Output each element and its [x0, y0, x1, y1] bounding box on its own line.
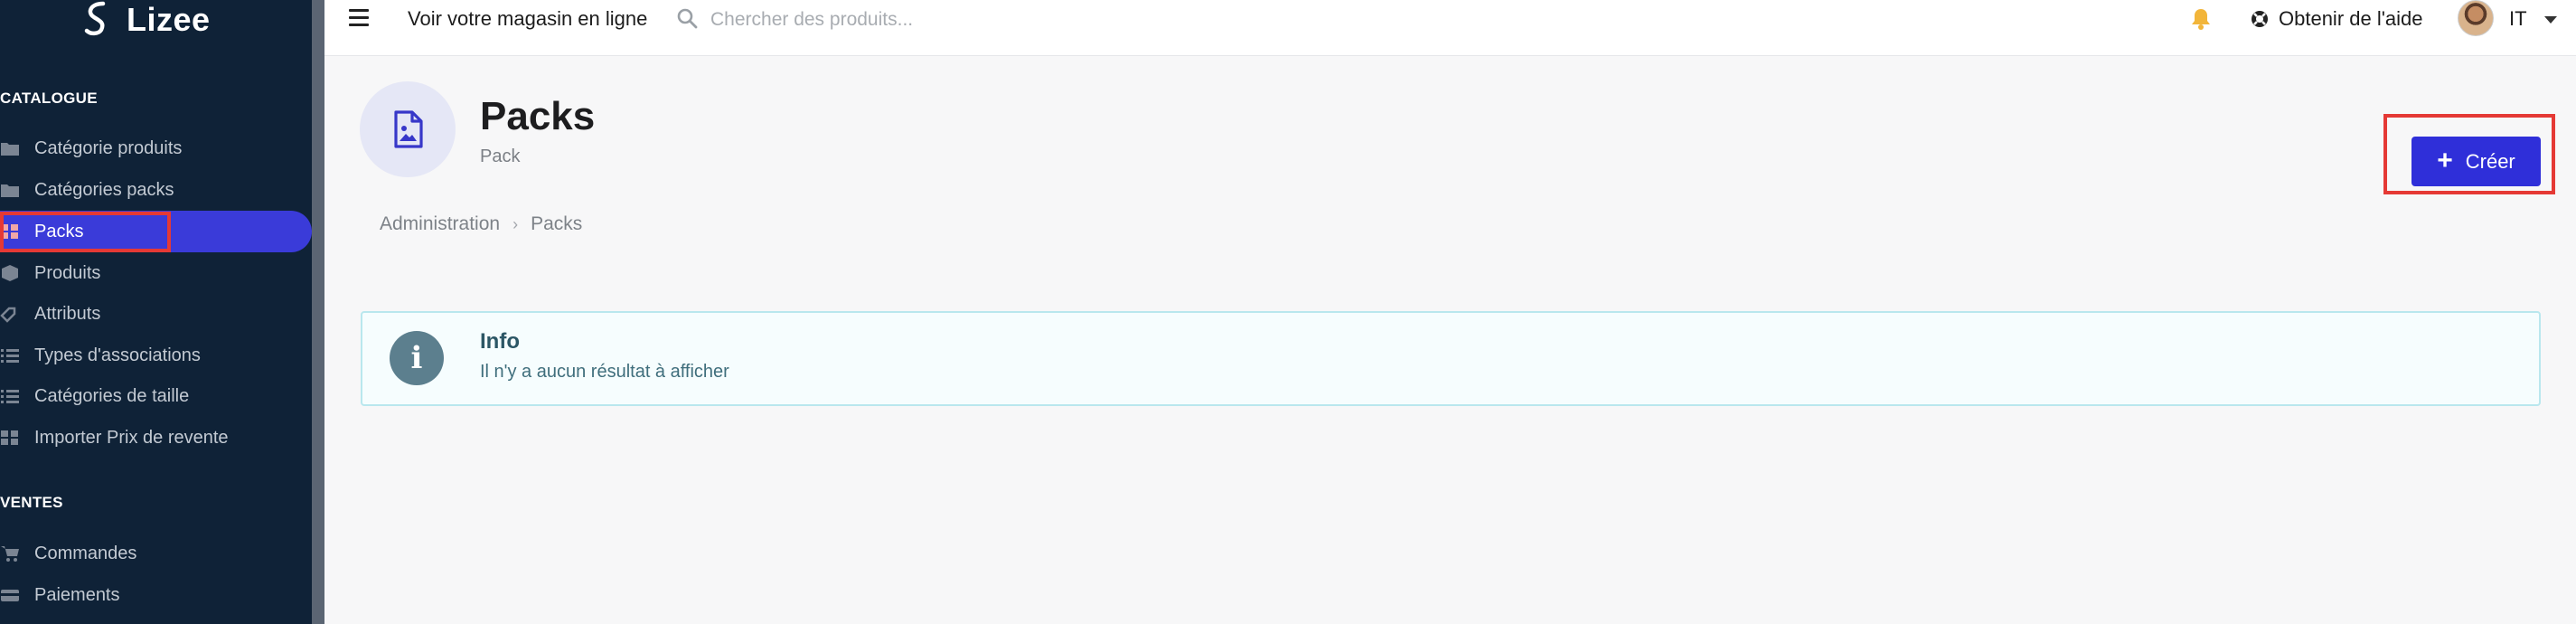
breadcrumb-current: Packs	[531, 213, 583, 234]
sidebar-item-types-associations[interactable]: Types d'associations	[0, 335, 312, 376]
info-icon: i	[390, 331, 444, 385]
view-store-link[interactable]: Voir votre magasin en ligne	[408, 7, 647, 31]
attributes-icon	[0, 304, 20, 324]
bell-icon[interactable]	[2190, 7, 2212, 31]
lizee-logo-icon	[84, 1, 106, 36]
sidebar-item-label: Catégorie produits	[34, 137, 183, 158]
highlight-box-packs	[0, 212, 171, 252]
search-icon	[677, 8, 698, 29]
page-subtitle: Pack	[480, 147, 521, 166]
user-initials[interactable]: IT	[2509, 7, 2527, 31]
avatar[interactable]	[2458, 0, 2494, 36]
sidebar-item-importer-prix-revente[interactable]: Importer Prix de revente	[0, 417, 312, 459]
import-icon	[0, 428, 20, 448]
info-message: Il n'y a aucun résultat à afficher	[480, 362, 729, 382]
topbar: Voir votre magasin en ligne Obtenir de l…	[324, 0, 2576, 56]
info-title: Info	[480, 329, 520, 354]
sidebar-item-label: Paiements	[34, 584, 120, 605]
sidebar-item-label: Types d'associations	[34, 345, 201, 365]
cart-icon	[0, 544, 20, 563]
pack-file-icon	[394, 110, 423, 148]
sidebar-item-categories-taille[interactable]: Catégories de taille	[0, 375, 312, 417]
box-icon	[0, 263, 20, 283]
help-button[interactable]: Obtenir de l'aide	[2250, 7, 2423, 31]
sidebar-item-label: Attributs	[34, 303, 101, 324]
sidebar: Lizee CATALOGUE Catégorie produits Catég…	[0, 0, 312, 624]
logo[interactable]: Lizee	[78, 0, 211, 40]
breadcrumb-administration[interactable]: Administration	[380, 213, 500, 235]
sidebar-item-label: Catégories packs	[34, 179, 174, 200]
info-message-panel	[361, 311, 2541, 406]
section-title-ventes: VENTES	[0, 494, 63, 511]
sidebar-item-label: Importer Prix de revente	[34, 427, 229, 448]
breadcrumb: Administration › Packs	[380, 213, 582, 235]
sidebar-item-attributs[interactable]: Attributs	[0, 293, 312, 335]
sidebar-item-commandes[interactable]: Commandes	[0, 533, 312, 574]
brand-name: Lizee	[127, 1, 211, 38]
help-label: Obtenir de l'aide	[2279, 7, 2423, 30]
payment-icon	[0, 585, 20, 605]
sidebar-item-produits[interactable]: Produits	[0, 252, 312, 294]
folder-icon	[0, 138, 20, 158]
search-input[interactable]	[710, 4, 1162, 36]
list-icon	[0, 386, 20, 406]
sidebar-item-categorie-produits[interactable]: Catégorie produits	[0, 128, 312, 169]
page-header-icon	[360, 81, 456, 177]
sidebar-item-label: Commandes	[34, 543, 137, 563]
page-title: Packs	[480, 94, 596, 138]
help-lifebuoy-icon	[2252, 11, 2268, 27]
sidebar-scrollbar[interactable]	[312, 0, 324, 624]
folder-icon	[0, 180, 20, 200]
create-label: Créer	[2465, 149, 2515, 173]
sidebar-item-categories-packs[interactable]: Catégories packs	[0, 169, 312, 211]
chevron-right-icon: ›	[512, 214, 519, 233]
sidebar-item-paiements[interactable]: Paiements	[0, 574, 312, 616]
section-title-catalogue: CATALOGUE	[0, 90, 98, 107]
plus-icon: +	[2437, 145, 2453, 175]
chevron-down-icon[interactable]	[2544, 16, 2557, 24]
create-button[interactable]: + Créer	[2411, 137, 2541, 186]
sidebar-item-label: Produits	[34, 262, 101, 283]
list-icon	[0, 345, 20, 365]
sidebar-item-label: Catégories de taille	[34, 385, 190, 406]
menu-icon[interactable]	[349, 9, 369, 27]
